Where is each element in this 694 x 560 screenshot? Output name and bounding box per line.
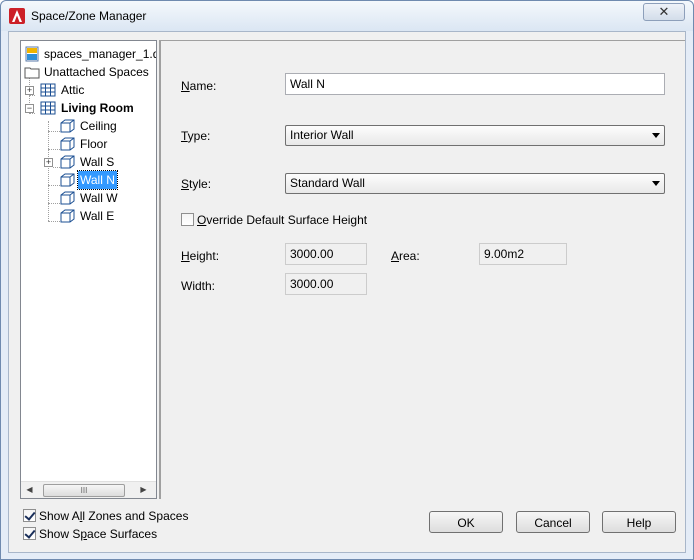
show-all-zones-checkbox[interactable]: [23, 509, 36, 522]
surface-icon: [60, 191, 75, 205]
override-height-label[interactable]: Override Default Surface Height: [197, 213, 367, 227]
ok-button[interactable]: OK: [429, 511, 503, 533]
expand-icon[interactable]: +: [25, 86, 34, 95]
width-field: 3000.00: [285, 273, 367, 295]
dropdown-arrow-icon: [652, 133, 660, 138]
style-label: Style:: [181, 177, 212, 191]
tree-item-unattached-spaces[interactable]: Unattached Spaces: [21, 63, 156, 81]
folder-icon: [24, 67, 40, 79]
tree-item-floor[interactable]: Floor: [21, 135, 156, 153]
tree-item-wall-n[interactable]: Wall N: [21, 170, 156, 190]
tree-item-living-room[interactable]: − Living Room: [21, 99, 156, 117]
tree-item-label: Attic: [61, 83, 85, 97]
scroll-left-icon[interactable]: ◀: [25, 485, 34, 495]
drawing-file-icon: [25, 46, 39, 62]
tree-item-attic[interactable]: + Attic: [21, 81, 156, 99]
type-select[interactable]: Interior Wall: [285, 125, 665, 146]
cancel-button[interactable]: Cancel: [516, 511, 590, 533]
height-label: Height:: [181, 249, 220, 263]
expand-icon[interactable]: +: [44, 158, 53, 167]
tree-item-label: Wall N: [77, 170, 118, 190]
style-select-value: Standard Wall: [290, 176, 365, 190]
scroll-right-icon[interactable]: ▶: [139, 485, 148, 495]
show-space-surfaces-checkbox[interactable]: [23, 527, 36, 540]
title-bar: Space/Zone Manager ✕: [1, 1, 693, 31]
height-field: 3000.00: [285, 243, 367, 265]
area-field: 9.00m2: [479, 243, 567, 265]
tree-item-label: Wall W: [80, 191, 118, 205]
type-label: Type:: [181, 129, 211, 143]
help-button[interactable]: Help: [602, 511, 676, 533]
tree-item-drawing[interactable]: spaces_manager_1.d: [21, 45, 156, 63]
scroll-thumb[interactable]: III: [43, 484, 125, 497]
name-input[interactable]: [285, 73, 665, 95]
area-label: Area:: [391, 249, 420, 263]
style-select[interactable]: Standard Wall: [285, 173, 665, 194]
zone-grid-icon: [40, 83, 56, 97]
zone-grid-icon: [40, 101, 56, 115]
surface-icon: [60, 155, 75, 169]
surface-icon: [60, 119, 75, 133]
surface-icon: [60, 137, 75, 151]
space-tree[interactable]: spaces_manager_1.d Unattached Spaces + A…: [20, 40, 157, 499]
tree-item-label: spaces_manager_1.d: [44, 47, 156, 61]
tree-item-label: Floor: [80, 137, 108, 151]
close-button[interactable]: ✕: [643, 3, 685, 21]
tree-item-wall-s[interactable]: + Wall S: [21, 153, 156, 171]
type-select-value: Interior Wall: [290, 128, 354, 142]
autocad-app-icon: [9, 8, 25, 24]
dialog-client-area: spaces_manager_1.d Unattached Spaces + A…: [8, 31, 686, 553]
tree-item-label: Wall E: [80, 209, 115, 223]
surface-icon: [60, 209, 75, 223]
tree-item-wall-e[interactable]: Wall E: [21, 207, 156, 225]
name-label: Name:: [181, 79, 217, 93]
show-space-surfaces-label[interactable]: Show Space Surfaces: [39, 527, 157, 541]
override-height-checkbox[interactable]: [181, 213, 194, 226]
show-all-zones-label[interactable]: Show All Zones and Spaces: [39, 509, 188, 523]
tree-horizontal-scrollbar[interactable]: ◀ III ▶: [21, 481, 156, 498]
tree-item-label: Unattached Spaces: [44, 65, 149, 79]
tree-item-ceiling[interactable]: Ceiling: [21, 117, 156, 135]
tree-item-label: Living Room: [61, 101, 134, 115]
tree-body: spaces_manager_1.d Unattached Spaces + A…: [21, 41, 156, 481]
properties-panel: Name: Type: Interior Wall Style: Standar…: [161, 40, 685, 499]
width-label: Width:: [181, 279, 216, 293]
window-title: Space/Zone Manager: [31, 9, 147, 23]
tree-item-label: Ceiling: [80, 119, 117, 133]
surface-icon: [60, 173, 75, 187]
scroll-grip-icon: III: [80, 486, 88, 495]
tree-item-wall-w[interactable]: Wall W: [21, 189, 156, 207]
collapse-icon[interactable]: −: [25, 104, 34, 113]
dropdown-arrow-icon: [652, 181, 660, 186]
tree-item-label: Wall S: [80, 155, 115, 169]
close-icon: ✕: [658, 4, 670, 19]
space-zone-manager-dialog: Space/Zone Manager ✕ spaces_manager_1.d …: [0, 0, 694, 560]
